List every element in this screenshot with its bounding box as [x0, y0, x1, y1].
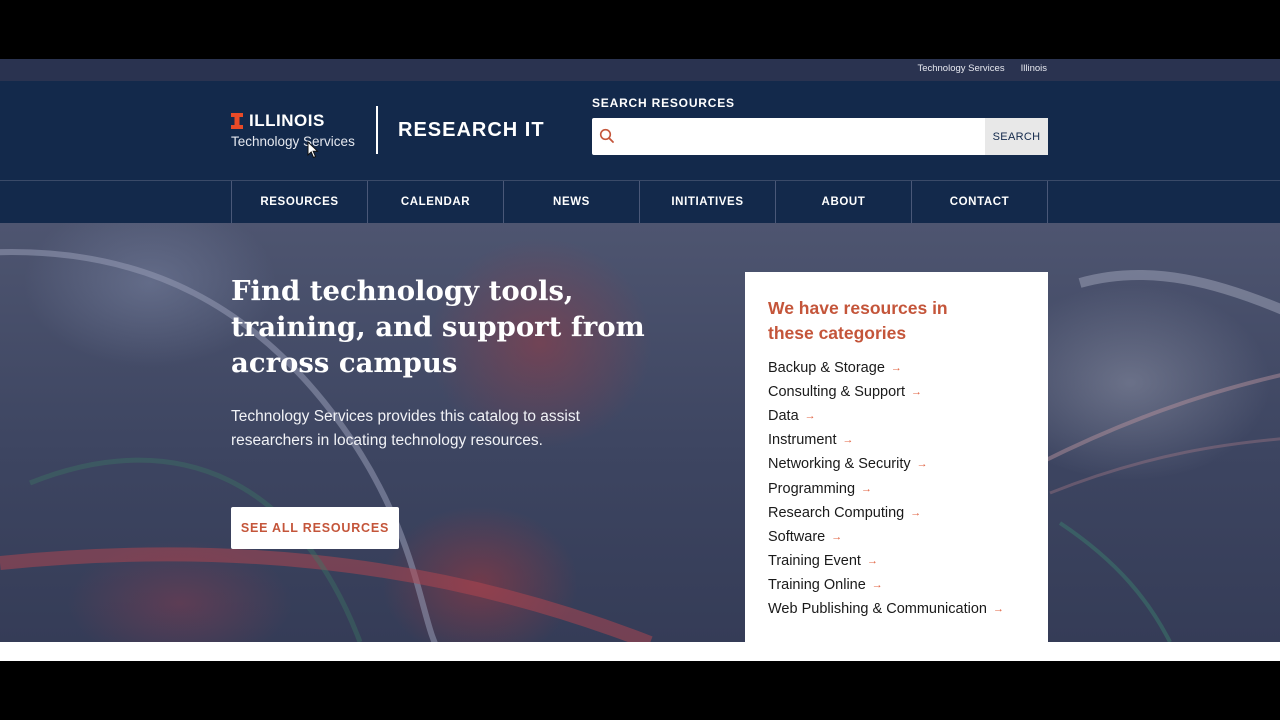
arrow-right-icon: → — [861, 482, 873, 495]
arrow-right-icon: → — [804, 410, 816, 423]
category-link-programming[interactable]: Programming → — [768, 476, 1004, 500]
arrow-right-icon: → — [871, 578, 883, 591]
category-link-backup-storage[interactable]: Backup & Storage → — [768, 356, 1004, 380]
letterbox-top — [0, 0, 1280, 59]
mouse-cursor-icon — [307, 141, 319, 159]
utility-bar: Technology Services Illinois — [0, 59, 1280, 81]
browser-page: Technology Services Illinois ILLINOIS Te… — [0, 59, 1280, 661]
letterbox-bottom — [0, 661, 1280, 720]
arrow-right-icon: → — [866, 554, 878, 567]
hero-description: Technology Services provides this catalo… — [231, 408, 580, 449]
hero-heading: Find technology tools, training, and sup… — [231, 275, 645, 379]
site-title[interactable]: RESEARCH IT — [398, 119, 545, 142]
category-link-instrument[interactable]: Instrument → — [768, 428, 1004, 452]
category-link-training-event[interactable]: Training Event → — [768, 549, 1004, 573]
block-i-icon — [231, 113, 243, 129]
nav-item-resources[interactable]: RESOURCES — [232, 181, 368, 223]
categories-card: We have resources in these categories Ba… — [745, 272, 1048, 661]
brand-name: ILLINOIS — [249, 111, 325, 130]
category-link-training-online[interactable]: Training Online → — [768, 573, 1004, 597]
category-link-networking-security[interactable]: Networking & Security → — [768, 452, 1004, 476]
arrow-right-icon: → — [916, 458, 928, 471]
utility-link-technology-services[interactable]: Technology Services — [917, 63, 1004, 74]
category-link-consulting-support[interactable]: Consulting & Support → — [768, 380, 1004, 404]
search-input[interactable] — [620, 118, 980, 155]
category-list: Backup & Storage → Consulting & Support → … — [768, 356, 1004, 621]
nav-item-contact[interactable]: CONTACT — [912, 181, 1048, 223]
category-link-software[interactable]: Software → — [768, 525, 1004, 549]
search-label: SEARCH RESOURCES — [592, 96, 735, 110]
category-link-research-computing[interactable]: Research Computing → — [768, 501, 1004, 525]
arrow-right-icon: → — [910, 506, 922, 519]
utility-link-illinois[interactable]: Illinois — [1021, 63, 1047, 74]
search-icon — [599, 128, 615, 149]
nav-item-news[interactable]: NEWS — [504, 181, 640, 223]
categories-title: We have resources in these categories — [768, 298, 948, 343]
nav-items: RESOURCES CALENDAR NEWS INITIATIVES ABOU… — [231, 181, 1048, 223]
category-link-web-publishing[interactable]: Web Publishing & Communication → — [768, 597, 1004, 621]
search-box[interactable] — [592, 118, 985, 155]
category-link-data[interactable]: Data → — [768, 404, 1004, 428]
brand-divider — [376, 106, 378, 154]
site-header: ILLINOIS Technology Services RESEARCH IT… — [0, 81, 1280, 180]
nav-item-about[interactable]: ABOUT — [776, 181, 912, 223]
hero-section: Find technology tools, training, and sup… — [0, 223, 1280, 642]
arrow-right-icon: → — [842, 434, 854, 447]
brand-subtitle: Technology Services — [231, 134, 355, 149]
content-below-hero — [0, 642, 1280, 661]
arrow-right-icon: → — [890, 362, 902, 375]
search-button[interactable]: SEARCH — [985, 118, 1048, 155]
utility-links: Technology Services Illinois — [917, 63, 1047, 74]
nav-item-initiatives[interactable]: INITIATIVES — [640, 181, 776, 223]
arrow-right-icon: → — [992, 602, 1004, 615]
illinois-logo[interactable]: ILLINOIS Technology Services — [231, 111, 355, 149]
main-nav: RESOURCES CALENDAR NEWS INITIATIVES ABOU… — [0, 180, 1280, 223]
arrow-right-icon: → — [911, 386, 923, 399]
see-all-resources-button[interactable]: SEE ALL RESOURCES — [231, 507, 399, 549]
nav-item-calendar[interactable]: CALENDAR — [368, 181, 504, 223]
arrow-right-icon: → — [831, 530, 843, 543]
